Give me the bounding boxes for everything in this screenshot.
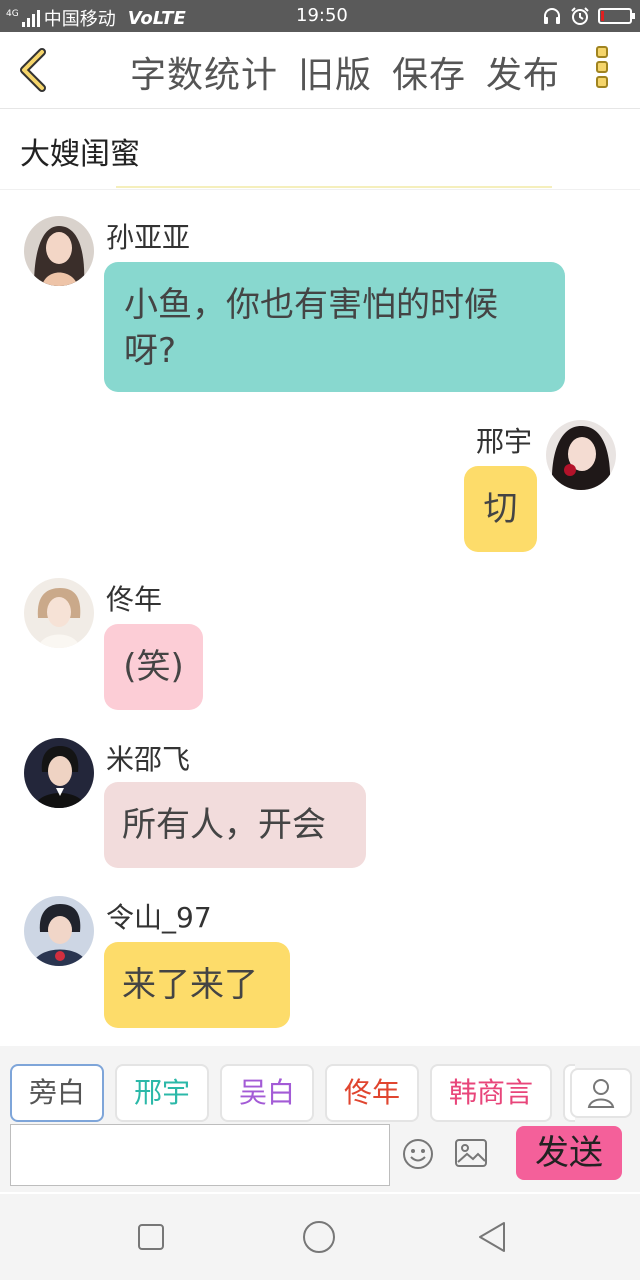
sender-name: 邢宇	[476, 425, 533, 458]
divider	[116, 186, 552, 188]
message-bubble[interactable]: (笑)	[104, 624, 203, 710]
avatar[interactable]	[24, 738, 94, 808]
add-character-button[interactable]	[570, 1068, 632, 1118]
sender-name: 孙亚亚	[106, 221, 191, 254]
carrier-name: 中国移动	[43, 9, 116, 30]
old-version-button[interactable]: 旧版	[298, 46, 372, 98]
save-button[interactable]: 保存	[392, 46, 466, 98]
chevron-left-icon[interactable]	[14, 48, 54, 92]
message-bubble[interactable]: 小鱼，你也有害怕的时候呀?	[104, 262, 565, 392]
message-bubble[interactable]: 所有人，开会	[104, 782, 366, 868]
sender-name: 佟年	[106, 583, 163, 616]
story-title: 大嫂闺蜜	[20, 137, 140, 172]
input-bar: 发送	[0, 1122, 640, 1192]
message-bubble[interactable]: 来了来了	[104, 942, 290, 1028]
editor-toolbar: 字数统计 旧版 保存 发布	[0, 32, 640, 109]
word-count-button[interactable]: 字数统计	[130, 46, 278, 98]
character-chip[interactable]: 邢宇	[115, 1064, 209, 1122]
volte-label: VoLTE	[127, 7, 186, 29]
network-type: 4G	[6, 9, 19, 19]
more-vertical-icon[interactable]	[596, 46, 612, 96]
avatar[interactable]	[24, 216, 94, 286]
system-nav-bar	[0, 1194, 640, 1280]
character-chip-narrator[interactable]: 旁白	[10, 1064, 104, 1122]
avatar[interactable]	[546, 420, 616, 490]
character-chip[interactable]: 韩商言	[430, 1064, 552, 1122]
alarm-icon	[571, 7, 589, 25]
image-icon[interactable]	[454, 1138, 488, 1168]
avatar[interactable]	[24, 896, 94, 966]
clock: 19:50	[296, 5, 348, 26]
headphones-icon	[544, 8, 560, 24]
person-icon	[587, 1079, 615, 1108]
character-selector: 旁白 邢宇 吴白 佟年 韩商言	[0, 1046, 640, 1126]
message-bubble[interactable]: 切	[464, 466, 537, 552]
signal-icon: 4G	[6, 9, 40, 27]
sender-name: 米邵飞	[106, 743, 191, 776]
triangle-back-icon[interactable]	[476, 1220, 508, 1254]
publish-button[interactable]: 发布	[486, 46, 560, 98]
emoji-icon[interactable]	[402, 1138, 434, 1170]
square-icon[interactable]	[136, 1222, 166, 1252]
sender-name: 令山_97	[106, 901, 212, 934]
story-title-bar[interactable]: 大嫂闺蜜	[0, 109, 640, 190]
circle-icon[interactable]	[302, 1220, 336, 1254]
status-bar: 4G 中国移动 VoLTE 19:50	[0, 0, 640, 32]
send-button[interactable]: 发送	[516, 1126, 622, 1180]
battery-icon	[598, 8, 635, 24]
character-chip[interactable]: 吴白	[220, 1064, 314, 1122]
message-input[interactable]	[10, 1124, 390, 1186]
avatar[interactable]	[24, 578, 94, 648]
character-chip[interactable]: 佟年	[325, 1064, 419, 1122]
